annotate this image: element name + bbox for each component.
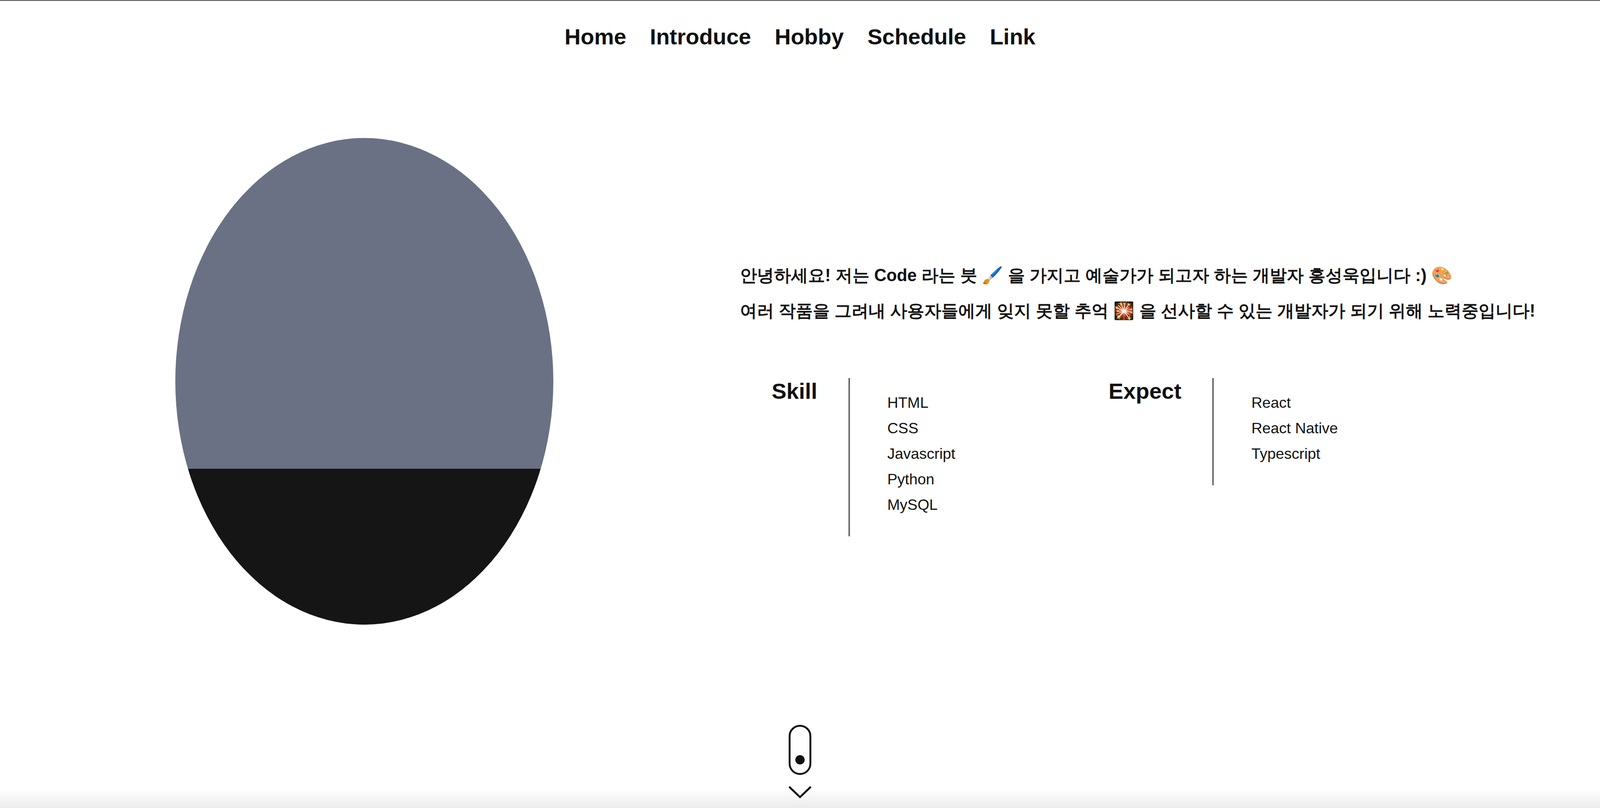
profile-photo bbox=[175, 137, 554, 625]
nav-item[interactable]: Link bbox=[989, 23, 1036, 76]
nav-item[interactable]: Schedule bbox=[867, 23, 967, 76]
intro-line: 여러 작품을 그려내 사용자들에게 잊지 못할 추억 🎇 을 선사할 수 있는 … bbox=[739, 300, 1536, 322]
introduce-section: 안녕하세요! 저는 Code 라는 붓 🖌️ 을 가지고 예술가가 되고자 하는… bbox=[0, 75, 1600, 688]
group-title: Expect bbox=[1108, 378, 1182, 405]
bottom-shade bbox=[0, 789, 1600, 808]
group-item: HTML bbox=[887, 389, 956, 416]
group-item: CSS bbox=[887, 415, 956, 441]
mouse-icon bbox=[788, 724, 812, 775]
portfolio-page: Home Introduce Hobby Schedule Link 안녕하세요! 저는 … bbox=[0, 0, 1600, 808]
group-item: React Native bbox=[1251, 415, 1338, 441]
group-item: Python bbox=[887, 466, 956, 492]
group-item: MySQL bbox=[887, 491, 956, 518]
group-item: Typescript bbox=[1251, 440, 1338, 467]
mouse-dot bbox=[795, 755, 805, 765]
top-nav: Home Introduce Hobby Schedule Link bbox=[0, 0, 1600, 76]
group-list: HTMLCSSJavascriptPythonMySQL bbox=[848, 378, 956, 537]
intro-line: 안녕하세요! 저는 Code 라는 붓 🖌️ 을 가지고 예술가가 되고자 하는… bbox=[739, 264, 1536, 286]
skill-group: Expect ReactReact NativeTypescript bbox=[1108, 378, 1446, 537]
scroll-hint[interactable] bbox=[0, 724, 1600, 799]
group-title: Skill bbox=[771, 378, 818, 405]
intro-text: 안녕하세요! 저는 Code 라는 붓 🖌️ 을 가지고 예술가가 되고자 하는… bbox=[739, 264, 1536, 322]
introduce-content: 안녕하세요! 저는 Code 라는 붓 🖌️ 을 가지고 예술가가 되고자 하는… bbox=[739, 226, 1536, 537]
skill-groups: Skill HTMLCSSJavascriptPythonMySQL Expect R… bbox=[739, 378, 1536, 537]
group-item: Javascript bbox=[887, 440, 956, 467]
nav-item[interactable]: Home bbox=[564, 23, 627, 76]
skill-group: Skill HTMLCSSJavascriptPythonMySQL bbox=[771, 378, 1109, 537]
nav-item[interactable]: Introduce bbox=[649, 23, 751, 76]
chevron-down-icon bbox=[787, 785, 813, 799]
group-list: ReactReact NativeTypescript bbox=[1212, 378, 1338, 486]
nav-item[interactable]: Hobby bbox=[774, 23, 844, 76]
group-item: React bbox=[1251, 389, 1338, 416]
